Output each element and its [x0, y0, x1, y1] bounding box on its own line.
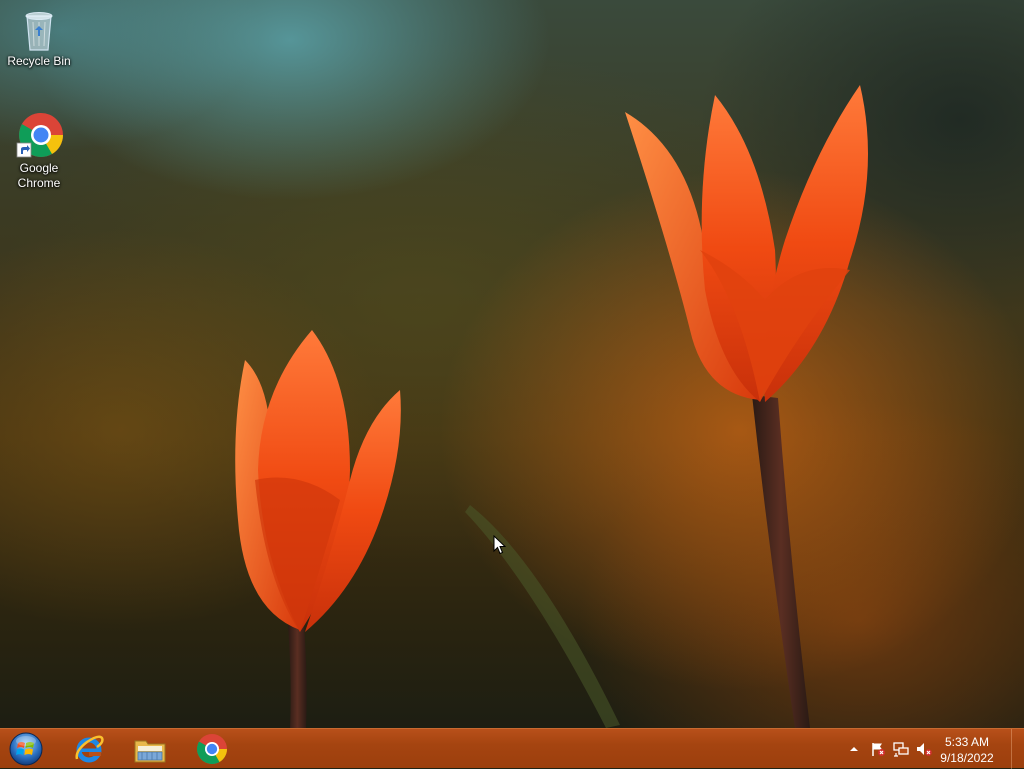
taskbar-clock[interactable]: 5:33 AM 9/18/2022 — [932, 734, 1002, 766]
clock-date: 9/18/2022 — [940, 751, 994, 765]
show-desktop-button[interactable] — [1011, 729, 1024, 769]
volume-muted-icon[interactable] — [916, 741, 932, 757]
tulip-wallpaper-image — [235, 85, 868, 728]
network-icon[interactable] — [893, 741, 909, 757]
show-hidden-icons-arrow[interactable] — [846, 741, 862, 757]
recycle-bin-icon — [15, 6, 63, 54]
windows-start-orb-icon — [9, 732, 43, 766]
start-button[interactable] — [2, 730, 50, 768]
desktop-icon-label: Recycle Bin — [7, 54, 71, 68]
taskbar-google-chrome-button[interactable] — [184, 730, 240, 768]
file-explorer-icon — [134, 740, 166, 763]
mouse-cursor-icon — [493, 535, 507, 555]
action-center-flag-icon[interactable] — [870, 741, 886, 757]
chrome-icon — [15, 111, 63, 159]
taskbar: 5:33 AM 9/18/2022 — [0, 728, 1024, 769]
chrome-icon — [196, 734, 227, 765]
clock-time: 5:33 AM — [944, 735, 990, 749]
desktop-wallpaper[interactable] — [0, 0, 1024, 728]
desktop-icon-google-chrome[interactable]: Google Chrome — [1, 111, 77, 191]
internet-explorer-icon — [75, 735, 104, 763]
taskbar-file-explorer-button[interactable] — [122, 730, 178, 768]
taskbar-internet-explorer-button[interactable] — [61, 730, 117, 768]
desktop-icon-label: Google Chrome — [17, 161, 61, 190]
desktop-icon-recycle-bin[interactable]: Recycle Bin — [1, 6, 77, 69]
